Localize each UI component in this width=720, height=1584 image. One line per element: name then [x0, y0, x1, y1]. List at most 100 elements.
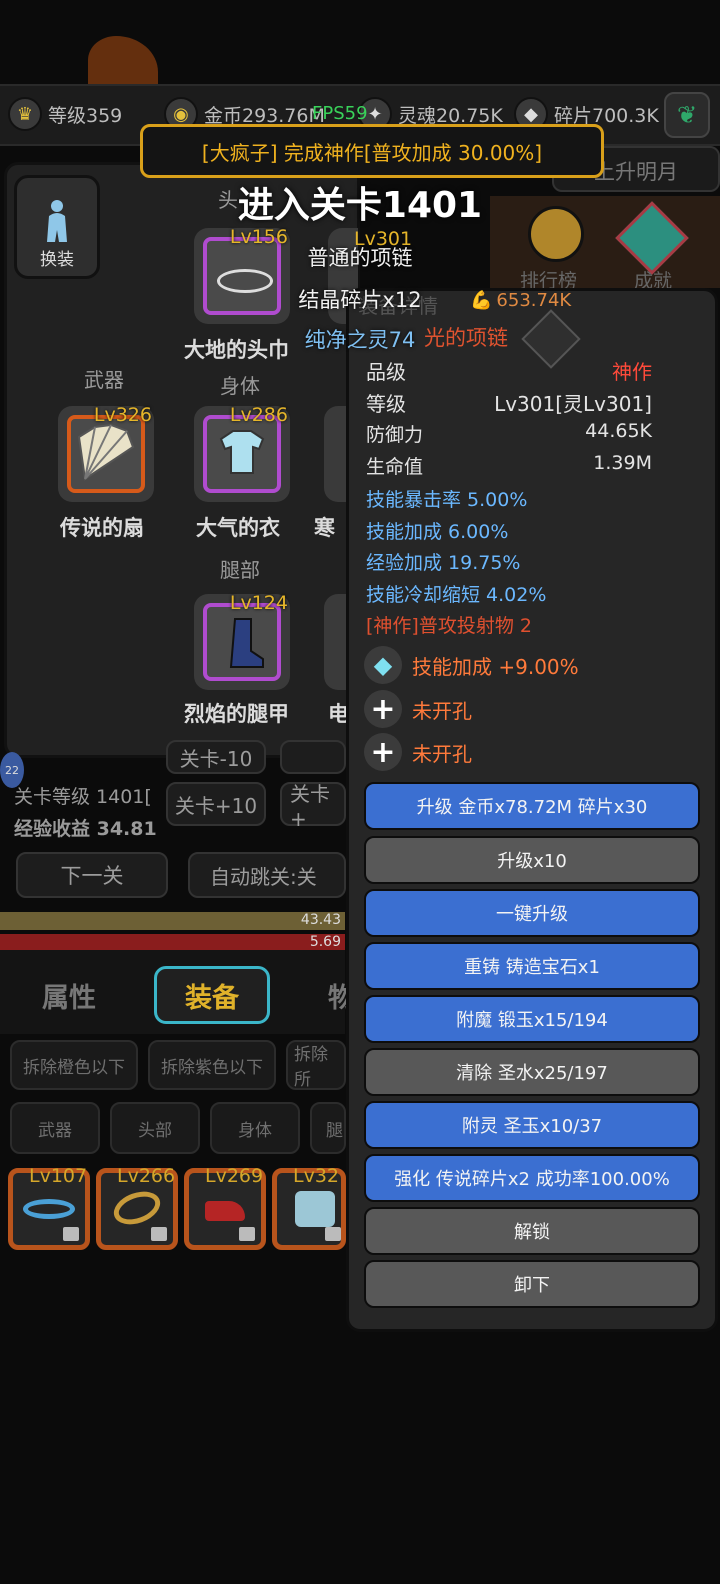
action-button-label: 强化 传说碎片x2 成功率100.00% [394, 1169, 670, 1190]
dismantle-orange-label: 拆除橙色以下 [23, 1057, 125, 1078]
stage-badge-value: 22 [5, 763, 19, 777]
weapon-equip-slot[interactable]: Lv326 [58, 404, 154, 502]
exp-income-text: 经验收益 34.81 [14, 818, 157, 840]
leg-level: Lv124 [229, 592, 288, 614]
next-stage-label: 下一关 [60, 864, 124, 888]
leg-equip-slot[interactable]: Lv124 [194, 592, 290, 690]
lock-icon [151, 1227, 167, 1241]
plus-icon: + [364, 690, 402, 728]
action-button-0[interactable]: 升级 金币x78.72M 碎片x30 [364, 782, 700, 830]
bag-item[interactable]: Lv32 [272, 1165, 346, 1250]
action-button-5[interactable]: 清除 圣水x25/197 [364, 1048, 700, 1096]
action-button-1[interactable]: 升级x10 [364, 836, 700, 884]
action-button-2[interactable]: 一键升级 [364, 889, 700, 937]
action-button-label: 附魔 锻玉x15/194 [456, 1010, 608, 1031]
action-button-4[interactable]: 附魔 锻玉x15/194 [364, 995, 700, 1043]
stage-minus10-label: 关卡-10 [179, 746, 253, 771]
bag-item[interactable]: Lv107 [8, 1165, 90, 1250]
action-button-label: 附灵 圣玉x10/37 [461, 1116, 603, 1137]
leaf-menu-icon[interactable]: ❦ [664, 92, 710, 138]
action-button-6[interactable]: 附灵 圣玉x10/37 [364, 1101, 700, 1149]
lock-icon [63, 1227, 79, 1241]
hp-value: 1.39M [593, 452, 652, 474]
leg-slot-label: 腿部 [220, 558, 260, 582]
action-button-8[interactable]: 解锁 [364, 1207, 700, 1255]
auto-skip-label: 自动跳关:关 [210, 864, 317, 889]
drop-text-3: 纯净之灵74 [304, 328, 416, 352]
hp-label: 生命值 [366, 456, 424, 478]
next-stage-button[interactable]: 下一关 [16, 852, 168, 898]
armor-icon [295, 1191, 335, 1227]
category-head[interactable]: 头部 [110, 1102, 200, 1154]
socket-1-text: 未开孔 [412, 698, 472, 723]
dismantle-purple-button[interactable]: 拆除紫色以下 [148, 1040, 276, 1090]
stage-enter-banner: 进入关卡1401 [237, 185, 483, 226]
exp-bar: 43.43 [0, 912, 345, 930]
diamond-icon: ◆ [364, 646, 402, 684]
shirt-icon [203, 415, 281, 493]
attr-exp-bonus: 经验加成 19.75% [366, 552, 521, 574]
defense-label: 防御力 [366, 424, 424, 446]
ring-icon [109, 1185, 165, 1231]
achievement-toast: [大疯子] 完成神作[普攻加成 30.00%] [140, 124, 604, 178]
action-button-3[interactable]: 重铸 铸造宝石x1 [364, 942, 700, 990]
quality-label: 品级 [366, 360, 406, 384]
category-head-label: 头部 [138, 1120, 172, 1141]
action-button-9[interactable]: 卸下 [364, 1260, 700, 1308]
fps-counter: FPS59 [312, 103, 368, 124]
dismantle-all-label: 拆除所 [294, 1045, 328, 1090]
gem-text: 技能加成 +9.00% [412, 654, 579, 679]
level-resource: ♛ 等级359 [8, 96, 122, 132]
stage-minus10-button[interactable]: 关卡-10 [166, 740, 266, 774]
attr-skill-crit: 技能暴击率 5.00% [366, 489, 528, 511]
body-name: 大气的衣 [196, 516, 280, 540]
socket-slot-2[interactable]: + 未开孔 [364, 733, 472, 771]
level-label: 等级 [366, 392, 406, 416]
level-value: 等级359 [48, 104, 123, 127]
dismantle-purple-label: 拆除紫色以下 [161, 1057, 263, 1078]
boot-icon [203, 603, 281, 681]
tab-equipment[interactable]: 装备 [154, 966, 270, 1024]
dismantle-all-button[interactable]: 拆除所 [286, 1040, 346, 1090]
stage-minus10b-button[interactable] [280, 740, 346, 774]
action-button-label: 重铸 铸造宝石x1 [464, 957, 600, 978]
exp-bar-value: 43.43 [300, 912, 341, 928]
hp-bar-value: 5.69 [309, 934, 341, 950]
crown-icon: ♛ [8, 97, 42, 131]
quality-value: 神作 [612, 360, 652, 384]
auto-skip-button[interactable]: 自动跳关:关 [188, 852, 346, 898]
drop-text-1: 普通的项链 [307, 246, 413, 270]
drop-text-2: 结晶碎片x12 [298, 288, 422, 312]
bag-item[interactable]: Lv269 [184, 1165, 266, 1250]
attr-special: [神作]普攻投射物 2 [366, 615, 532, 637]
gem-slot[interactable]: ◆ 技能加成 +9.00% [364, 646, 579, 684]
bracelet-icon [23, 1199, 75, 1219]
action-button-label: 升级 金币x78.72M 碎片x30 [416, 797, 648, 818]
dismantle-orange-button[interactable]: 拆除橙色以下 [10, 1040, 138, 1090]
body-equip-slot[interactable]: Lv286 [194, 404, 290, 502]
category-leg[interactable]: 腿 [310, 1102, 346, 1154]
weapon-slot-label: 武器 [84, 368, 124, 392]
action-button-label: 解锁 [514, 1222, 550, 1243]
action-button-label: 升级x10 [497, 851, 567, 872]
body-slot-label: 身体 [220, 374, 260, 398]
socket-2-text: 未开孔 [412, 741, 472, 766]
category-body[interactable]: 身体 [210, 1102, 300, 1154]
socket-slot-1[interactable]: + 未开孔 [364, 690, 472, 728]
bag-item-level: Lv107 [29, 1165, 88, 1187]
weapon-name: 传说的扇 [60, 516, 144, 540]
attr-skill-bonus: 技能加成 6.00% [366, 521, 509, 543]
detail-row-quality: 品级 神作 [366, 356, 652, 385]
body-2-name: 寒 [314, 516, 335, 540]
tab-equipment-label: 装备 [185, 982, 239, 1014]
bag-item[interactable]: Lv266 [96, 1165, 178, 1250]
stage-level-text: 关卡等级 1401[ [14, 786, 152, 808]
category-weapon-label: 武器 [38, 1120, 72, 1141]
action-button-7[interactable]: 强化 传说碎片x2 成功率100.00% [364, 1154, 700, 1202]
tab-attributes[interactable]: 属性 [42, 976, 96, 1015]
category-body-label: 身体 [238, 1120, 272, 1141]
stage-plus10b-button[interactable]: 关卡+ [280, 782, 346, 831]
category-weapon[interactable]: 武器 [10, 1102, 100, 1154]
bag-item-level: Lv269 [205, 1165, 264, 1187]
stage-plus10-button[interactable]: 关卡+10 [166, 782, 266, 826]
